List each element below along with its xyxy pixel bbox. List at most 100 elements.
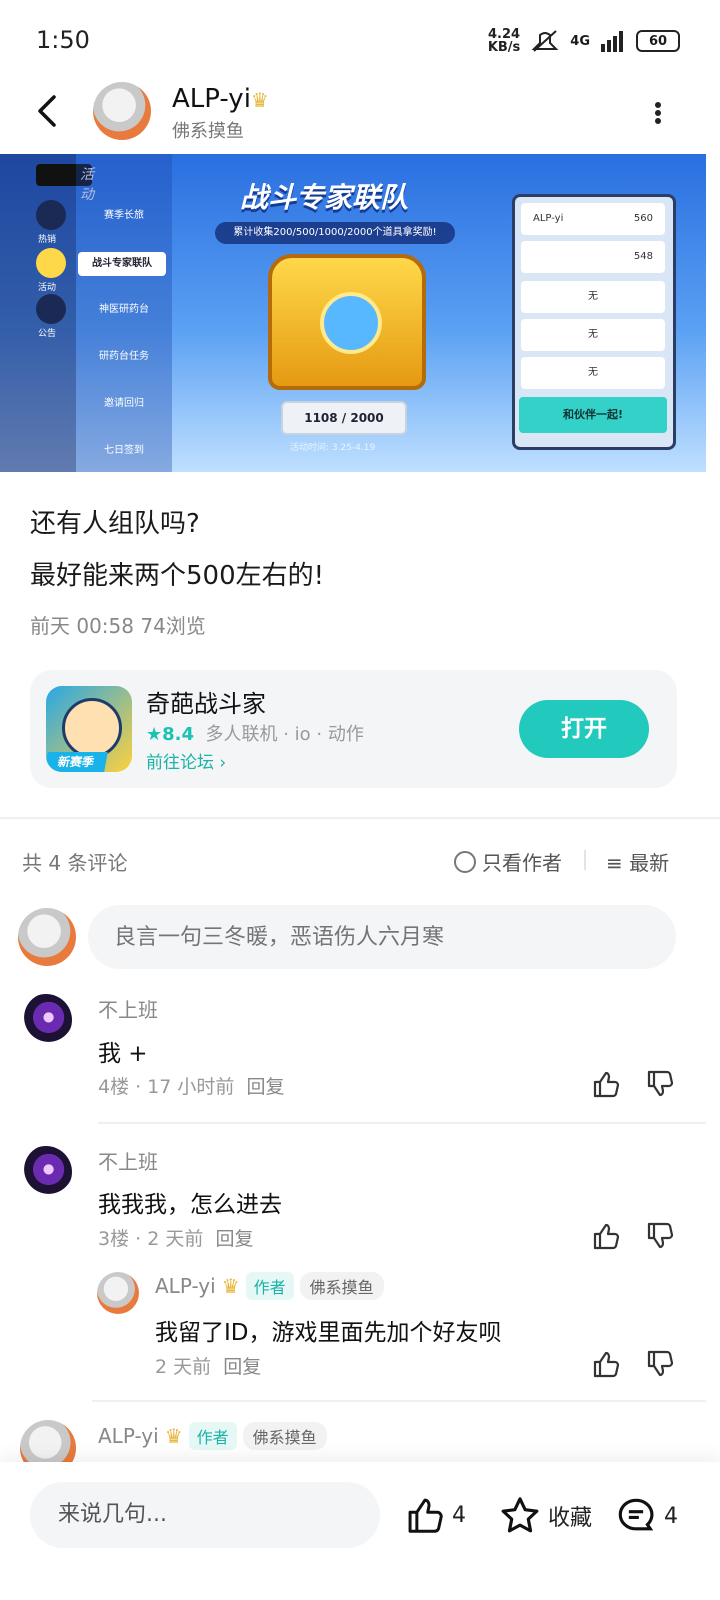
bottom-comment-input[interactable]: 来说几句... <box>30 1482 380 1548</box>
reply-button[interactable]: 回复 <box>223 1356 261 1378</box>
reply-meta: 2 天前 回复 <box>155 1356 262 1378</box>
bottom-bar: 来说几句... 4 收藏 4 <box>0 1462 720 1600</box>
title-badge: 佛系摸鱼 <box>299 1272 384 1300</box>
thumbs-down-icon[interactable] <box>646 1222 674 1250</box>
game-tags: 多人联机 · io · 动作 <box>205 724 364 745</box>
game-icon[interactable]: 新赛季 <box>46 686 132 772</box>
radio-icon <box>454 850 476 873</box>
banner-side-item: 活动 <box>38 283 57 293</box>
comments-count: 4 <box>664 1503 678 1529</box>
game-rating-row: ★8.4 多人联机 · io · 动作 <box>146 720 364 746</box>
comment-bubble-icon <box>618 1498 654 1531</box>
banner-menu-item: 赛季长旅 <box>104 210 144 221</box>
game-icon-tag: 新赛季 <box>46 752 108 772</box>
commenter-name[interactable]: 不上班 <box>98 994 158 1023</box>
comment-meta: 3楼 · 2 天前 回复 <box>98 1228 254 1250</box>
status-time: 1:50 <box>36 26 90 54</box>
collect-label: 收藏 <box>548 1506 593 1531</box>
comment-header: ALP-yi ♛ 作者 佛系摸鱼 <box>98 1422 327 1450</box>
game-mascot-icon <box>62 698 122 758</box>
section-divider <box>0 817 720 819</box>
my-avatar[interactable] <box>18 908 76 966</box>
commenter-avatar[interactable] <box>20 994 72 1046</box>
banner-title: 战斗专家联队 <box>240 181 409 214</box>
status-icons: 4.24 KB/s 4G 60 <box>488 28 680 54</box>
sort-button[interactable]: ≡ 最新 <box>606 847 669 876</box>
banner-date: 活动时间: 3.25-4.19 <box>290 443 376 453</box>
banner-side-nav: 活动 热销 活动 公告 <box>0 154 94 472</box>
sort-icon: ≡ <box>606 851 623 875</box>
title-badge: 佛系摸鱼 <box>242 1422 327 1450</box>
game-rating: 8.4 <box>162 724 195 745</box>
thumbs-down-icon[interactable] <box>646 1350 674 1378</box>
comment-text: 我我我，怎么进去 <box>98 1192 282 1218</box>
reply-avatar[interactable] <box>97 1272 139 1314</box>
more-icon[interactable] <box>652 100 664 126</box>
forum-link[interactable]: 前往论坛 › <box>146 748 226 773</box>
author-name[interactable]: ALP-yi♛ <box>172 84 269 114</box>
thumbs-up-icon <box>408 1498 443 1533</box>
network-type: 4G <box>570 33 590 49</box>
thumbs-up-icon[interactable] <box>592 1070 620 1098</box>
status-bar: 1:50 4.24 KB/s 4G 60 <box>0 0 720 80</box>
net-speed: 4.24 KB/s <box>487 27 521 55</box>
star-icon: ★ <box>146 724 163 745</box>
reply-text: 我留了ID，游戏里面先加个好友呗 <box>155 1320 502 1346</box>
reply-author-name[interactable]: ALP-yi <box>155 1274 216 1298</box>
collect-button[interactable]: 收藏 <box>500 1496 592 1536</box>
banner-team-row: 无 <box>521 357 665 389</box>
thumbs-up-icon[interactable] <box>592 1350 620 1378</box>
commenter-name[interactable]: 不上班 <box>98 1146 158 1175</box>
star-icon <box>501 1497 539 1533</box>
crown-icon: ♛ <box>250 88 269 112</box>
post-image[interactable]: 活动 热销 活动 公告 赛季长旅 战斗专家联队 神医研药台 研药台任务 邀请回归… <box>0 154 706 472</box>
back-icon[interactable] <box>34 94 62 128</box>
battery-icon: 60 <box>636 30 680 52</box>
author-avatar[interactable] <box>93 82 151 140</box>
comment-count: 共 4 条评论 <box>22 851 128 875</box>
comment-meta: 4楼 · 17 小时前 回复 <box>98 1076 285 1098</box>
author-badge: 作者 <box>245 1272 294 1300</box>
header-separator <box>584 850 586 870</box>
banner-team-panel: ALP-yi 560 548 无 无 无 和伙伴一起! <box>512 194 676 450</box>
comments-button[interactable]: 4 <box>616 1496 678 1536</box>
signal-icon <box>601 31 623 52</box>
banner-menu-item: 七日签到 <box>104 445 144 456</box>
commenter-avatar[interactable] <box>20 1146 72 1198</box>
comment-divider <box>98 1122 706 1124</box>
like-count: 4 <box>452 1502 466 1528</box>
gift-icon <box>36 248 66 278</box>
banner-side-item: 热销 <box>38 235 57 245</box>
banner-team-row: 无 <box>521 281 665 313</box>
post-body: 最好能来两个500左右的! <box>30 561 325 591</box>
reply-button[interactable]: 回复 <box>247 1076 285 1098</box>
commenter-name[interactable]: ALP-yi <box>98 1424 159 1448</box>
author-badge: 作者 <box>188 1422 237 1450</box>
banner-team-button: 和伙伴一起! <box>519 397 667 433</box>
banner-menu-item: 神医研药台 <box>99 304 149 315</box>
comment-input[interactable] <box>88 905 676 969</box>
game-card[interactable]: 新赛季 奇葩战斗家 ★8.4 多人联机 · io · 动作 前往论坛 › 打开 <box>30 670 677 788</box>
comment-divider <box>92 1400 706 1402</box>
post-meta: 前天 00:58 74浏览 <box>30 614 206 638</box>
banner-team-row: 548 <box>521 241 665 273</box>
only-author-toggle[interactable]: 只看作者 <box>454 847 562 876</box>
banner-progress: 1108 / 2000 <box>281 401 407 435</box>
banner-team-row: 无 <box>521 319 665 351</box>
banner-team-row: ALP-yi 560 <box>521 203 665 235</box>
banner-tip: 累计收集200/500/1000/2000个道具拿奖励! <box>215 222 455 244</box>
fire-icon <box>36 200 66 230</box>
thumbs-down-icon[interactable] <box>646 1070 674 1098</box>
banner-menu-item: 研药台任务 <box>99 351 149 362</box>
mute-icon <box>531 30 559 52</box>
crown-icon: ♛ <box>164 1424 183 1448</box>
banner-menu-item: 战斗专家联队 <box>78 252 166 276</box>
thumbs-up-icon[interactable] <box>592 1222 620 1250</box>
game-name[interactable]: 奇葩战斗家 <box>146 684 266 719</box>
like-button[interactable]: 4 <box>406 1496 466 1534</box>
open-game-button[interactable]: 打开 <box>519 700 649 758</box>
comment-text: 我 + <box>98 1041 148 1067</box>
reply-button[interactable]: 回复 <box>215 1228 253 1250</box>
banner-menu-item: 邀请回归 <box>104 398 144 409</box>
post-title: 还有人组队吗? <box>30 509 200 539</box>
